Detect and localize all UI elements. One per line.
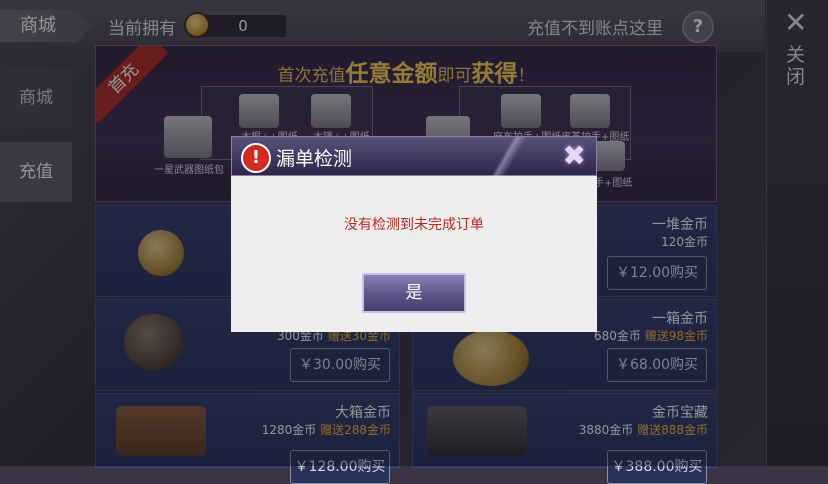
dialog-header: ! 漏单检测 ✖ xyxy=(231,136,597,177)
dialog-body: 没有检测到未完成订单 是 xyxy=(231,176,597,332)
dialog-title: 漏单检测 xyxy=(276,148,353,170)
missing-order-dialog: ! 漏单检测 ✖ 没有检测到未完成订单 是 xyxy=(231,136,597,332)
dialog-message: 没有检测到未完成订单 xyxy=(344,217,484,233)
close-icon[interactable]: ✖ xyxy=(563,139,586,172)
confirm-button[interactable]: 是 xyxy=(362,273,466,313)
warning-icon: ! xyxy=(241,143,271,173)
